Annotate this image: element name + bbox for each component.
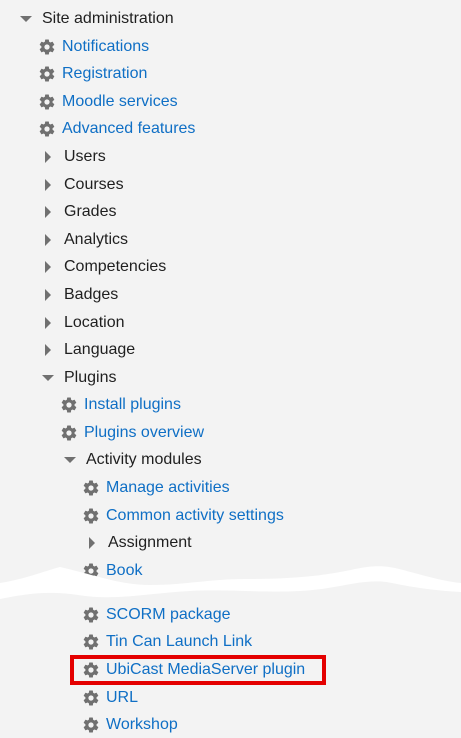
tree-link-common-activity-settings[interactable]: Common activity settings bbox=[82, 504, 284, 528]
tree-node-label: Plugins bbox=[64, 369, 117, 386]
tree-node-label: Users bbox=[64, 148, 106, 165]
tree-node-users[interactable]: Users bbox=[40, 145, 106, 169]
caret-right-icon bbox=[40, 232, 56, 248]
caret-down-icon bbox=[40, 370, 56, 386]
tree-node-label: Competencies bbox=[64, 258, 167, 275]
tree-link-manage-activities[interactable]: Manage activities bbox=[82, 476, 230, 500]
tree-link-label: Manage activities bbox=[106, 479, 230, 496]
gear-icon bbox=[38, 120, 56, 138]
tree-link-plugins-overview[interactable]: Plugins overview bbox=[60, 421, 204, 445]
tree-node-label: Location bbox=[64, 314, 125, 331]
tree-node-competencies[interactable]: Competencies bbox=[40, 255, 166, 279]
tree-node-activity-modules[interactable]: Activity modules bbox=[62, 448, 202, 472]
tree-link-url[interactable]: URL bbox=[82, 686, 138, 710]
caret-right-icon bbox=[40, 259, 56, 275]
tree-link-label: Common activity settings bbox=[106, 507, 284, 524]
caret-down-icon bbox=[18, 11, 34, 27]
tree-node-analytics[interactable]: Analytics bbox=[40, 228, 128, 252]
tree-node-label: Site administration bbox=[42, 10, 174, 27]
caret-right-icon bbox=[40, 287, 56, 303]
tree-link-workshop[interactable]: Workshop bbox=[82, 713, 178, 737]
gear-icon bbox=[82, 716, 100, 734]
gear-icon bbox=[82, 633, 100, 651]
gear-icon bbox=[82, 507, 100, 525]
tree-node-location[interactable]: Location bbox=[40, 311, 125, 335]
caret-right-icon bbox=[40, 315, 56, 331]
tree-link-label: Advanced features bbox=[62, 120, 196, 137]
tree-link-scorm-package[interactable]: SCORM package bbox=[82, 603, 231, 627]
tree-node-badges[interactable]: Badges bbox=[40, 283, 118, 307]
caret-right-icon bbox=[40, 342, 56, 358]
tree-node-language[interactable]: Language bbox=[40, 338, 135, 362]
tree-link-install-plugins[interactable]: Install plugins bbox=[60, 393, 181, 417]
tree-link-label: SCORM package bbox=[106, 606, 231, 623]
caret-right-icon bbox=[40, 149, 56, 165]
gear-icon bbox=[82, 689, 100, 707]
tree-link-tin-can-launch-link[interactable]: Tin Can Launch Link bbox=[82, 630, 252, 654]
tree-node-courses[interactable]: Courses bbox=[40, 173, 124, 197]
tree-link-label: Install plugins bbox=[84, 396, 181, 413]
caret-right-icon bbox=[40, 204, 56, 220]
tree-node-label: Analytics bbox=[64, 231, 129, 248]
gear-icon bbox=[38, 65, 56, 83]
caret-right-icon bbox=[84, 535, 100, 551]
tree-node-label: Grades bbox=[64, 203, 117, 220]
tree-link-label: URL bbox=[106, 689, 139, 706]
tree-node-label: Language bbox=[64, 341, 136, 358]
caret-down-icon bbox=[62, 452, 78, 468]
gear-icon bbox=[38, 38, 56, 56]
tree-link-label: Plugins overview bbox=[84, 424, 205, 441]
tree-link-label: Workshop bbox=[106, 716, 178, 733]
site-administration-tree: Site administration Notifications Regist… bbox=[0, 0, 461, 738]
gear-icon bbox=[60, 396, 78, 414]
gear-icon bbox=[38, 93, 56, 111]
tree-node-label: Assignment bbox=[108, 534, 192, 551]
tree-node-label: Badges bbox=[64, 286, 119, 303]
tree-link-registration[interactable]: Registration bbox=[38, 62, 147, 86]
tree-node-assignment[interactable]: Assignment bbox=[84, 531, 192, 555]
tree-node-site-administration[interactable]: Site administration bbox=[18, 7, 174, 31]
gear-icon bbox=[82, 606, 100, 624]
tree-link-advanced-features[interactable]: Advanced features bbox=[38, 117, 195, 141]
tree-link-label: Tin Can Launch Link bbox=[106, 633, 253, 650]
tree-link-label: Registration bbox=[62, 65, 148, 82]
tree-node-label: Courses bbox=[64, 176, 124, 193]
gear-icon bbox=[60, 424, 78, 442]
highlight-box bbox=[70, 655, 326, 685]
caret-right-icon bbox=[40, 177, 56, 193]
gear-icon bbox=[82, 479, 100, 497]
tree-link-moodle-services[interactable]: Moodle services bbox=[38, 90, 178, 114]
tree-node-label: Activity modules bbox=[86, 451, 202, 468]
tree-node-plugins[interactable]: Plugins bbox=[40, 366, 116, 390]
tree-node-grades[interactable]: Grades bbox=[40, 200, 116, 224]
tree-link-label: Notifications bbox=[62, 38, 150, 55]
tree-link-notifications[interactable]: Notifications bbox=[38, 35, 149, 59]
tree-link-label: Moodle services bbox=[62, 93, 178, 110]
torn-edge-divider bbox=[0, 566, 461, 599]
